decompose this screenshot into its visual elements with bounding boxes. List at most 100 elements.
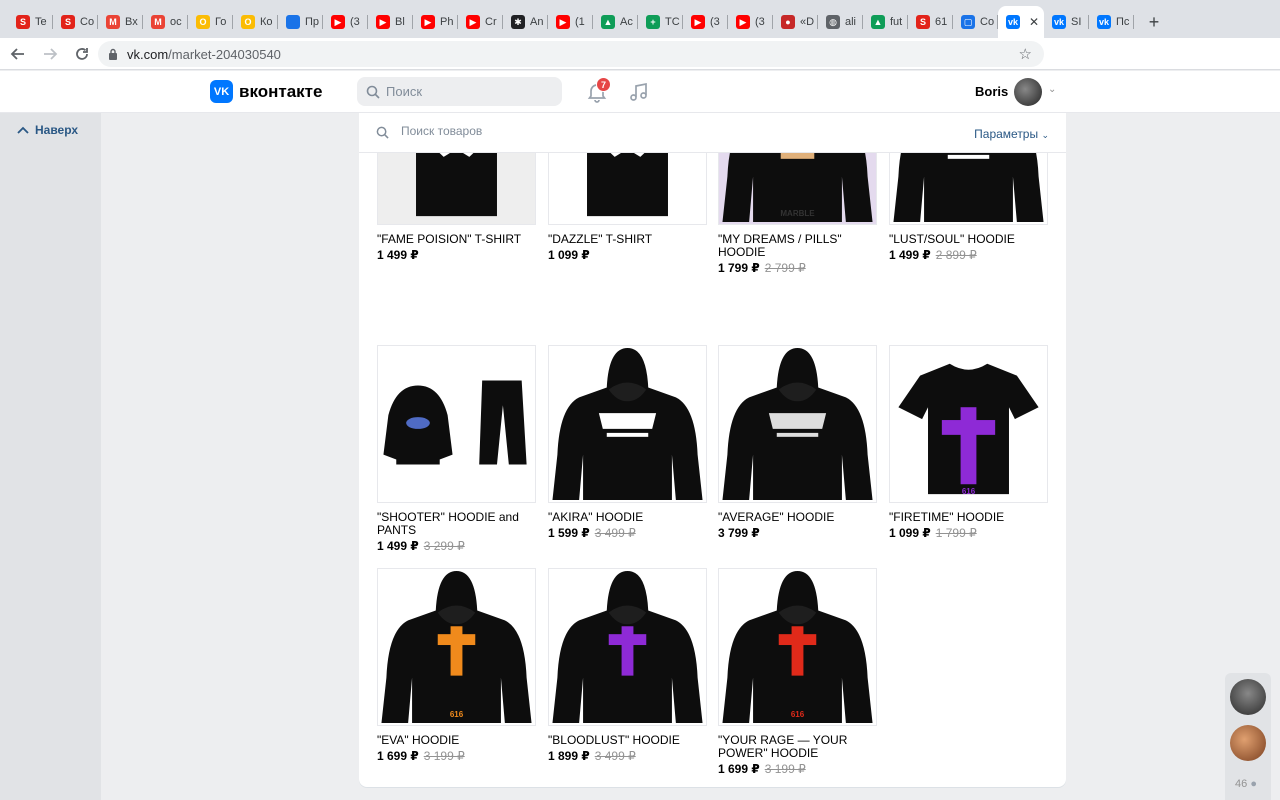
browser-toolbar: vk.com/market-204030540 ☆ ✚ ⋮ xyxy=(0,38,1280,101)
browser-tab[interactable]: ▢ Co xyxy=(953,6,998,38)
address-bar[interactable]: vk.com/market-204030540 ☆ xyxy=(98,41,1044,67)
product-title[interactable]: "DAZZLE" T-SHIRT xyxy=(548,233,707,246)
product-prices: 1 499 ₽ 2 899 ₽ xyxy=(889,248,1048,262)
browser-tab[interactable]: vk Пс xyxy=(1089,6,1134,38)
product-title[interactable]: "SHOOTER" HOODIE and PANTS xyxy=(377,511,536,537)
product-title[interactable]: "AKIRA" HOODIE xyxy=(548,511,707,524)
bookmark-star-icon[interactable]: ☆ xyxy=(1019,45,1032,63)
product-title[interactable]: "AVERAGE" HOODIE xyxy=(718,511,877,524)
browser-tab[interactable]: S 61 xyxy=(908,6,953,38)
browser-tab[interactable]: + TC xyxy=(638,6,683,38)
tab-favicon-icon xyxy=(286,15,300,29)
global-search-input[interactable] xyxy=(386,84,546,99)
chat-avatar[interactable] xyxy=(1230,725,1266,761)
product-prices: 1 599 ₽ 3 499 ₽ xyxy=(548,526,707,540)
product-card[interactable]: 616 "YOUR RAGE — YOUR POWER" HOODIE 1 699 … xyxy=(718,568,877,776)
tab-title: ос xyxy=(170,16,182,28)
product-title[interactable]: "EVA" HOODIE xyxy=(377,734,536,747)
tab-title: fut xyxy=(890,16,903,28)
product-image[interactable] xyxy=(377,345,536,503)
product-prices: 1 799 ₽ 2 799 ₽ xyxy=(718,261,877,275)
product-image[interactable]: 616 xyxy=(889,345,1048,503)
product-prices: 1 899 ₽ 3 499 ₽ xyxy=(548,749,707,763)
browser-tab[interactable]: ▶ (3 xyxy=(683,6,728,38)
tab-favicon-icon: vk xyxy=(1006,15,1020,29)
browser-tab[interactable]: ▲ Ac xyxy=(593,6,638,38)
browser-tab[interactable]: ◍ ali xyxy=(818,6,863,38)
profile-avatar[interactable] xyxy=(1014,78,1042,106)
tab-title: ali xyxy=(845,16,857,28)
product-card[interactable]: "AVERAGE" HOODIE 3 799 ₽ xyxy=(718,345,877,540)
tab-title: 61 xyxy=(935,16,948,28)
product-old-price: 2 899 ₽ xyxy=(935,248,977,262)
product-title[interactable]: "FAME POISION" T-SHIRT xyxy=(377,233,536,246)
product-image[interactable]: 616 xyxy=(718,568,877,726)
tab-favicon-icon: ▶ xyxy=(466,15,480,29)
music-note-icon[interactable] xyxy=(628,81,650,103)
tab-title: Ac xyxy=(620,16,633,28)
scroll-to-top[interactable]: Наверх xyxy=(0,113,101,800)
scroll-to-top-label: Наверх xyxy=(35,123,79,137)
product-card[interactable]: "AKIRA" HOODIE 1 599 ₽ 3 499 ₽ xyxy=(548,345,707,540)
browser-tab[interactable]: vk ✕ xyxy=(998,6,1044,38)
browser-tab[interactable]: ▶ (3 xyxy=(728,6,773,38)
new-tab-plus-icon[interactable]: + xyxy=(1140,6,1168,38)
product-prices: 1 699 ₽ 3 199 ₽ xyxy=(377,749,536,763)
product-prices: 1 099 ₽ 1 799 ₽ xyxy=(889,526,1048,540)
market-search-input[interactable] xyxy=(401,124,801,138)
tab-favicon-icon: ▲ xyxy=(871,15,885,29)
product-print-caption: 616 xyxy=(449,710,464,719)
product-title[interactable]: "BLOODLUST" HOODIE xyxy=(548,734,707,747)
product-image[interactable] xyxy=(548,568,707,726)
tab-favicon-icon: ▶ xyxy=(736,15,750,29)
browser-tab[interactable]: ▶ (1 xyxy=(548,6,593,38)
browser-tab[interactable]: ✱ An xyxy=(503,6,548,38)
browser-tab[interactable]: S Co xyxy=(53,6,98,38)
params-label: Параметры xyxy=(974,127,1039,141)
chat-avatar[interactable] xyxy=(1230,679,1266,715)
product-card[interactable]: 616 "FIRETIME" HOODIE 1 099 ₽ 1 799 ₽ xyxy=(889,345,1048,540)
browser-tab[interactable]: ▶ (3 xyxy=(323,6,368,38)
browser-tab[interactable]: ● «D xyxy=(773,6,818,38)
tab-favicon-icon: ▶ xyxy=(376,15,390,29)
browser-tab[interactable]: ▶ Bl xyxy=(368,6,413,38)
tab-title: Ко xyxy=(260,16,273,28)
browser-tab[interactable]: S Te xyxy=(8,6,53,38)
tab-title: Пр xyxy=(305,16,320,28)
chevron-down-icon[interactable]: ⌄ xyxy=(1048,84,1056,95)
global-search[interactable] xyxy=(357,77,562,106)
browser-tab[interactable]: ▶ Ph xyxy=(413,6,458,38)
product-title[interactable]: "LUST/SOUL" HOODIE xyxy=(889,233,1048,246)
browser-tab[interactable]: O Ко xyxy=(233,6,278,38)
browser-tab[interactable]: M Вх xyxy=(98,6,143,38)
product-title[interactable]: "YOUR RAGE — YOUR POWER" HOODIE xyxy=(718,734,877,760)
browser-tab[interactable]: Пр xyxy=(278,6,323,38)
product-title[interactable]: "MY DREAMS / PILLS" HOODIE xyxy=(718,233,877,259)
vk-logo[interactable]: VK вконтакте xyxy=(210,80,322,103)
product-price: 1 499 ₽ xyxy=(889,248,931,262)
browser-tab[interactable]: O Го xyxy=(188,6,233,38)
notifications-count-badge: 7 xyxy=(596,77,611,92)
browser-tab[interactable]: ▲ fut xyxy=(863,6,908,38)
params-dropdown[interactable]: Параметры ⌄ xyxy=(974,127,1049,141)
browser-tab[interactable]: Mос xyxy=(143,6,188,38)
back-arrow-icon[interactable] xyxy=(4,40,32,68)
browser-tab[interactable]: vk SI xyxy=(1044,6,1089,38)
product-title[interactable]: "FIRETIME" HOODIE xyxy=(889,511,1048,524)
close-tab-icon[interactable]: ✕ xyxy=(1029,15,1039,29)
product-price: 1 699 ₽ xyxy=(377,749,419,763)
tab-favicon-icon: S xyxy=(61,15,75,29)
product-old-price: 3 199 ₽ xyxy=(764,762,806,776)
product-image[interactable]: 616 xyxy=(377,568,536,726)
product-card[interactable]: 616 "EVA" HOODIE 1 699 ₽ 3 199 ₽ xyxy=(377,568,536,763)
browser-tab[interactable]: ▶ Cr xyxy=(458,6,503,38)
profile-username[interactable]: Boris xyxy=(975,84,1008,99)
product-card[interactable]: "SHOOTER" HOODIE and PANTS 1 499 ₽ 3 299 ₽ xyxy=(377,345,536,553)
product-image[interactable] xyxy=(718,345,877,503)
chats-count[interactable]: 46 ● xyxy=(1235,778,1257,790)
reload-icon[interactable] xyxy=(68,40,96,68)
product-image[interactable] xyxy=(548,345,707,503)
forward-arrow-icon[interactable] xyxy=(36,40,64,68)
garment-illustration xyxy=(898,363,1039,495)
product-card[interactable]: "BLOODLUST" HOODIE 1 899 ₽ 3 499 ₽ xyxy=(548,568,707,763)
